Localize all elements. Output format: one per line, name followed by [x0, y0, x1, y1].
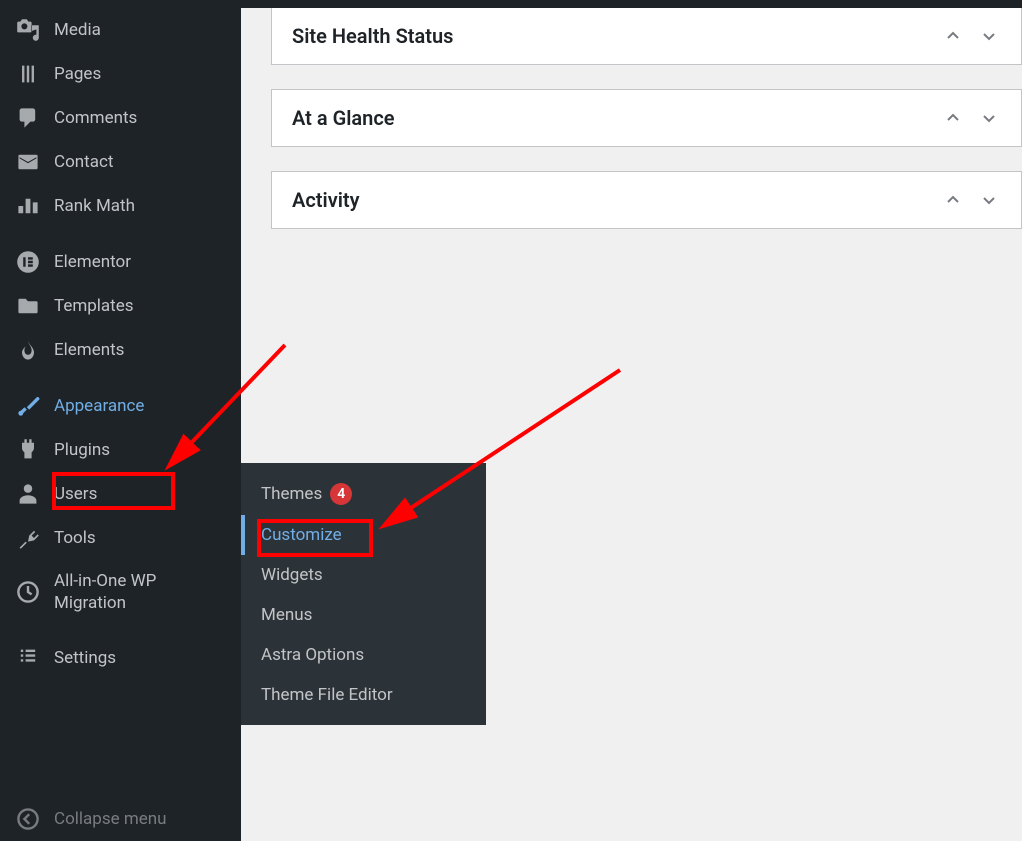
wrench-icon	[16, 526, 40, 550]
collapse-label: Collapse menu	[54, 808, 167, 830]
sidebar-separator	[0, 624, 241, 636]
sidebar-label: Settings	[54, 647, 116, 669]
sidebar-label: Pages	[54, 63, 101, 85]
sidebar-item-templates[interactable]: Templates	[0, 284, 241, 328]
sidebar-label: Contact	[54, 151, 113, 173]
submenu-item-menus[interactable]: Menus	[241, 595, 486, 635]
contact-icon	[16, 150, 40, 174]
collapse-icon	[16, 807, 40, 831]
submenu-item-customize[interactable]: Customize	[241, 515, 486, 555]
brush-icon	[16, 394, 40, 418]
sidebar-label: Appearance	[54, 395, 144, 417]
sidebar-item-media[interactable]: Media	[0, 8, 241, 52]
sidebar-label: Tools	[54, 527, 96, 549]
sidebar-item-pages[interactable]: Pages	[0, 52, 241, 96]
widget-site-health: Site Health Status	[271, 8, 1022, 65]
pages-icon	[16, 62, 40, 86]
user-icon	[16, 482, 40, 506]
sidebar-label: Users	[54, 483, 97, 505]
sidebar-item-plugins[interactable]: Plugins	[0, 428, 241, 472]
plugin-icon	[16, 438, 40, 462]
chevron-up-icon[interactable]	[941, 188, 965, 212]
migration-icon	[16, 580, 40, 604]
sidebar-label: Media	[54, 19, 101, 41]
sidebar-item-tools[interactable]: Tools	[0, 516, 241, 560]
sidebar-item-settings[interactable]: Settings	[0, 636, 241, 680]
flame-icon	[16, 338, 40, 362]
sidebar-item-rankmath[interactable]: Rank Math	[0, 184, 241, 228]
sidebar-item-appearance[interactable]: Appearance	[0, 384, 241, 428]
sidebar-label: Comments	[54, 107, 137, 129]
submenu-label: Theme File Editor	[261, 685, 393, 705]
elementor-icon	[16, 250, 40, 274]
sidebar-item-comments[interactable]: Comments	[0, 96, 241, 140]
sidebar-label: Templates	[54, 295, 134, 317]
comments-icon	[16, 106, 40, 130]
folder-icon	[16, 294, 40, 318]
sidebar-label: All-in-One WP Migration	[54, 570, 225, 614]
submenu-item-widgets[interactable]: Widgets	[241, 555, 486, 595]
chevron-down-icon[interactable]	[977, 106, 1001, 130]
submenu-label: Customize	[261, 525, 342, 545]
sidebar-label: Elementor	[54, 251, 131, 273]
submenu-label: Astra Options	[261, 645, 364, 665]
widget-title: At a Glance	[292, 106, 395, 130]
sidebar-label: Plugins	[54, 439, 110, 461]
sidebar-item-wpmigration[interactable]: All-in-One WP Migration	[0, 560, 241, 624]
submenu-item-themes[interactable]: Themes 4	[241, 473, 486, 515]
themes-update-badge: 4	[330, 483, 352, 505]
submenu-item-editor[interactable]: Theme File Editor	[241, 675, 486, 715]
chart-icon	[16, 194, 40, 218]
admin-sidebar: Media Pages Comments Contact Rank Math E…	[0, 8, 241, 841]
collapse-menu-button[interactable]: Collapse menu	[0, 797, 241, 841]
submenu-label: Menus	[261, 605, 312, 625]
sidebar-item-elements[interactable]: Elements	[0, 328, 241, 372]
sidebar-label: Elements	[54, 339, 124, 361]
widget-at-a-glance: At a Glance	[271, 89, 1022, 147]
sidebar-item-contact[interactable]: Contact	[0, 140, 241, 184]
settings-icon	[16, 646, 40, 670]
widget-title: Activity	[292, 188, 360, 212]
submenu-item-astra[interactable]: Astra Options	[241, 635, 486, 675]
appearance-submenu: Themes 4 Customize Widgets Menus Astra O…	[241, 463, 486, 725]
admin-bar	[0, 0, 1022, 8]
submenu-label: Widgets	[261, 565, 323, 585]
chevron-down-icon[interactable]	[977, 188, 1001, 212]
sidebar-label: Rank Math	[54, 195, 135, 217]
media-icon	[16, 18, 40, 42]
widget-title: Site Health Status	[292, 24, 453, 48]
submenu-label: Themes	[261, 484, 322, 504]
sidebar-item-elementor[interactable]: Elementor	[0, 240, 241, 284]
chevron-up-icon[interactable]	[941, 24, 965, 48]
sidebar-separator	[0, 372, 241, 384]
widget-activity: Activity	[271, 171, 1022, 229]
chevron-down-icon[interactable]	[977, 24, 1001, 48]
sidebar-item-users[interactable]: Users	[0, 472, 241, 516]
chevron-up-icon[interactable]	[941, 106, 965, 130]
sidebar-separator	[0, 228, 241, 240]
